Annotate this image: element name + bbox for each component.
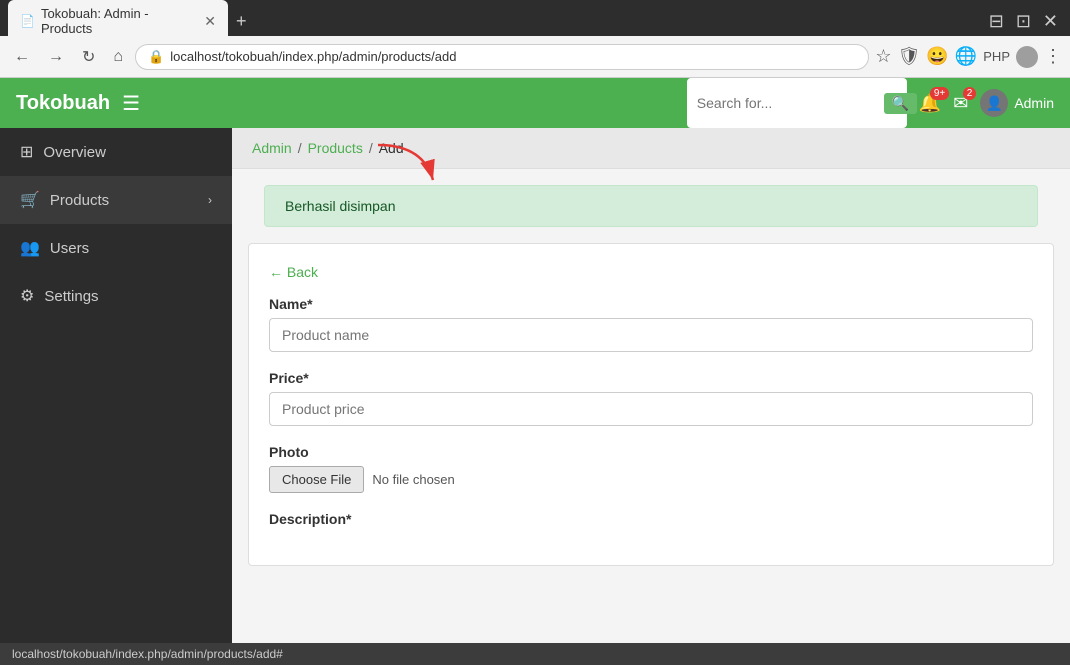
reload-nav-btn[interactable]: ↻ <box>76 45 101 69</box>
tab-title: Tokobuah: Admin - Products <box>41 6 198 36</box>
users-icon: 👥 <box>20 238 40 258</box>
shield-icon[interactable]: 🛡 <box>898 46 921 67</box>
back-link[interactable]: ← Back <box>269 264 318 280</box>
browser-tabs: 📄 Tokobuah: Admin - Products ✕ + ⊟ ⊡ ✕ <box>0 0 1070 36</box>
new-tab-button[interactable]: + <box>228 11 255 32</box>
active-tab[interactable]: 📄 Tokobuah: Admin - Products ✕ <box>8 0 228 42</box>
sidebar-label-products: Products <box>50 192 198 209</box>
price-field-group: Price* <box>269 370 1033 426</box>
overview-icon: ⊞ <box>20 142 33 162</box>
user-menu-btn[interactable]: 👤 Admin <box>980 89 1054 117</box>
no-file-label: No file chosen <box>372 472 454 487</box>
url-input[interactable] <box>170 49 856 64</box>
profile-icon[interactable] <box>1016 46 1038 68</box>
user-label: Admin <box>1014 95 1054 111</box>
success-alert: Berhasil disimpan <box>264 185 1038 227</box>
home-nav-btn[interactable]: ⌂ <box>107 46 129 68</box>
notifications-badge: 9+ <box>930 87 949 100</box>
forward-nav-btn[interactable]: → <box>42 46 70 68</box>
search-box: 🔍 <box>687 78 907 128</box>
lock-icon: 🔒 <box>148 49 164 65</box>
photo-field-group: Photo Choose File No file chosen <box>269 444 1033 493</box>
tab-window-controls: ⊟ ⊡ ✕ <box>985 11 1062 32</box>
name-label: Name* <box>269 296 1033 312</box>
price-input[interactable] <box>269 392 1033 426</box>
bookmark-icon[interactable]: ☆ <box>875 46 891 67</box>
sidebar-item-products[interactable]: 🛒 Products › <box>0 176 232 224</box>
photo-label: Photo <box>269 444 1033 460</box>
search-button[interactable]: 🔍 <box>884 93 917 114</box>
price-label: Price* <box>269 370 1033 386</box>
breadcrumb: Admin / Products / Add <box>232 128 1070 169</box>
sidebar: ⊞ Overview 🛒 Products › 👥 Users ⚙ Settin… <box>0 128 232 643</box>
choose-file-button[interactable]: Choose File <box>269 466 364 493</box>
sidebar-label-users: Users <box>50 240 212 257</box>
close-btn[interactable]: ✕ <box>1039 11 1062 32</box>
breadcrumb-products[interactable]: Products <box>308 140 363 156</box>
ext-puzzle-icon[interactable]: PHP <box>983 49 1010 64</box>
products-icon: 🛒 <box>20 190 40 210</box>
search-input[interactable] <box>697 95 878 111</box>
app-wrapper: Tokobuah ☰ 🔍 🔔 9+ ✉ 2 👤 Admin <box>0 78 1070 643</box>
main-content: Admin / Products / Add Ber <box>232 128 1070 643</box>
hamburger-menu[interactable]: ☰ <box>122 91 140 116</box>
back-nav-btn[interactable]: ← <box>8 46 36 68</box>
sidebar-item-overview[interactable]: ⊞ Overview <box>0 128 232 176</box>
sidebar-label-settings: Settings <box>44 288 212 305</box>
description-label: Description* <box>269 511 1033 527</box>
maximize-btn[interactable]: ⊡ <box>1012 11 1035 32</box>
top-navbar: Tokobuah ☰ 🔍 🔔 9+ ✉ 2 👤 Admin <box>0 78 1070 128</box>
browser-ext-icon[interactable]: 🌐 <box>955 46 977 67</box>
browser-navbar: ← → ↻ ⌂ 🔒 ☆ 🛡 😀 🌐 PHP ⋮ <box>0 36 1070 78</box>
breadcrumb-admin[interactable]: Admin <box>252 140 292 156</box>
sidebar-item-users[interactable]: 👥 Users <box>0 224 232 272</box>
browser-actions: ☆ 🛡 😀 🌐 PHP ⋮ <box>875 46 1062 68</box>
browser-chrome: 📄 Tokobuah: Admin - Products ✕ + ⊟ ⊡ ✕ ←… <box>0 0 1070 78</box>
file-input-wrapper: Choose File No file chosen <box>269 466 1033 493</box>
address-bar[interactable]: 🔒 <box>135 44 869 70</box>
sidebar-item-settings[interactable]: ⚙ Settings <box>0 272 232 320</box>
tab-close-btn[interactable]: ✕ <box>204 13 216 30</box>
content-wrapper: ⊞ Overview 🛒 Products › 👥 Users ⚙ Settin… <box>0 128 1070 643</box>
breadcrumb-sep-1: / <box>298 140 302 156</box>
status-url: localhost/tokobuah/index.php/admin/produ… <box>12 647 283 661</box>
minimize-btn[interactable]: ⊟ <box>985 11 1008 32</box>
name-field-group: Name* <box>269 296 1033 352</box>
success-message: Berhasil disimpan <box>285 198 396 214</box>
name-input[interactable] <box>269 318 1033 352</box>
user-avatar: 👤 <box>980 89 1008 117</box>
status-bar: localhost/tokobuah/index.php/admin/produ… <box>0 643 1070 665</box>
products-chevron-icon: › <box>208 193 212 207</box>
tab-page-icon: 📄 <box>20 14 35 28</box>
sidebar-label-overview: Overview <box>43 144 212 161</box>
menu-dots-icon[interactable]: ⋮ <box>1044 46 1062 67</box>
description-field-group: Description* <box>269 511 1033 527</box>
red-arrow-indicator <box>368 140 448 190</box>
notifications-btn[interactable]: 🔔 9+ <box>919 93 941 114</box>
brand-name: Tokobuah <box>16 92 110 115</box>
messages-badge: 2 <box>963 87 977 100</box>
emoji-icon[interactable]: 😀 <box>926 46 948 67</box>
messages-btn[interactable]: ✉ 2 <box>953 93 968 114</box>
settings-icon: ⚙ <box>20 286 34 306</box>
form-card: ← Back Name* Price* Photo Choose File No… <box>248 243 1054 566</box>
